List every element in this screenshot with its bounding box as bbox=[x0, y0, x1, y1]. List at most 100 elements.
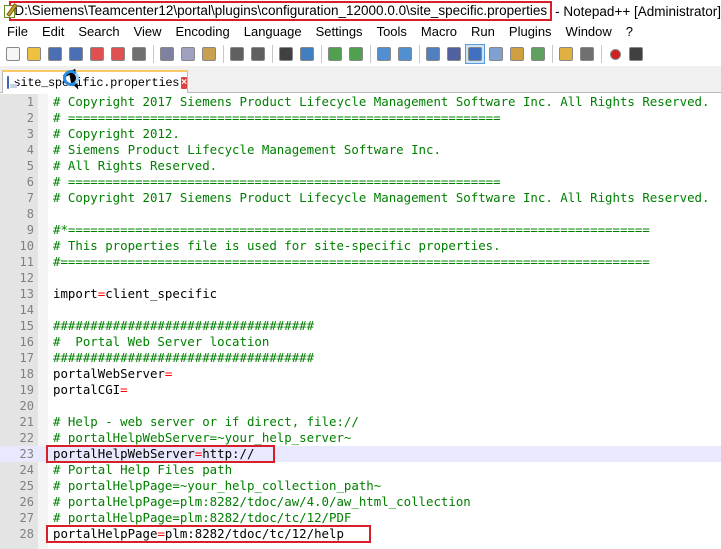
code-line[interactable]: 24 # Portal Help Files path bbox=[0, 462, 721, 478]
monitoring-button[interactable] bbox=[577, 44, 597, 64]
menu-language[interactable]: Language bbox=[237, 22, 309, 42]
property-key: portalCGI bbox=[53, 382, 121, 397]
word-wrap-button[interactable] bbox=[423, 44, 443, 64]
cut-button[interactable] bbox=[157, 44, 177, 64]
menu-tools[interactable]: Tools bbox=[370, 22, 414, 42]
function-list-icon bbox=[531, 47, 545, 61]
undo-button[interactable] bbox=[227, 44, 247, 64]
code-line[interactable]: 17 ################################### bbox=[0, 350, 721, 366]
menu-file[interactable]: File bbox=[0, 22, 35, 42]
code-line[interactable]: 4 # Siemens Product Lifecycle Management … bbox=[0, 142, 721, 158]
redo-button[interactable] bbox=[248, 44, 268, 64]
code-line[interactable]: 14 bbox=[0, 302, 721, 318]
equals-operator: = bbox=[157, 526, 165, 541]
menu-run[interactable]: Run bbox=[464, 22, 502, 42]
zoom-out-button[interactable] bbox=[346, 44, 366, 64]
close-all-button[interactable] bbox=[108, 44, 128, 64]
code-line[interactable]: 10 # This properties file is used for sit… bbox=[0, 238, 721, 254]
function-list-button[interactable] bbox=[528, 44, 548, 64]
toolbar-separator bbox=[419, 45, 420, 63]
replace-button[interactable] bbox=[297, 44, 317, 64]
code-line[interactable]: 22 # portalHelpWebServer=~your_help_serve… bbox=[0, 430, 721, 446]
stop-record-button[interactable] bbox=[626, 44, 646, 64]
indent-guide-button[interactable] bbox=[465, 44, 485, 64]
code-line[interactable]: 5 # All Rights Reserved. bbox=[0, 158, 721, 174]
code-line[interactable]: 20 bbox=[0, 398, 721, 414]
line-content: portalWebServer= bbox=[53, 366, 172, 382]
menu-edit[interactable]: Edit bbox=[35, 22, 71, 42]
code-line[interactable]: 1 # Copyright 2017 Siemens Product Lifecy… bbox=[0, 94, 721, 110]
close-button[interactable] bbox=[87, 44, 107, 64]
editor-area[interactable]: 1 # Copyright 2017 Siemens Product Lifecy… bbox=[0, 94, 721, 549]
line-content: # Copyright 2017 Siemens Product Lifecyc… bbox=[53, 190, 710, 205]
tab-site-specific-properties[interactable]: site_specific.properties × bbox=[2, 70, 188, 93]
code-line[interactable]: 11 #=====================================… bbox=[0, 254, 721, 270]
show-all-chars-button[interactable] bbox=[444, 44, 464, 64]
line-number: 19 bbox=[19, 383, 34, 397]
code-line[interactable]: 16 # Portal Web Server location bbox=[0, 334, 721, 350]
menu-macro[interactable]: Macro bbox=[414, 22, 464, 42]
code-line[interactable]: 25 # portalHelpPage=~your_help_collection… bbox=[0, 478, 721, 494]
toolbar-separator bbox=[601, 45, 602, 63]
doc-map-button[interactable] bbox=[507, 44, 527, 64]
stop-record-icon bbox=[629, 47, 643, 61]
show-all-chars-icon bbox=[447, 47, 461, 61]
line-content: #=======================================… bbox=[53, 254, 650, 269]
line-number: 4 bbox=[26, 143, 34, 157]
menu-view[interactable]: View bbox=[127, 22, 169, 42]
code-line[interactable]: 23 portalHelpWebServer=http:// bbox=[0, 446, 721, 462]
code-line[interactable]: 8 bbox=[0, 206, 721, 222]
menu-settings[interactable]: Settings bbox=[309, 22, 370, 42]
line-number: 17 bbox=[19, 351, 34, 365]
find-icon bbox=[279, 47, 293, 61]
line-number: 22 bbox=[19, 431, 34, 445]
save-all-button[interactable] bbox=[66, 44, 86, 64]
toolbar bbox=[0, 42, 721, 66]
folder-as-workspace-button[interactable] bbox=[556, 44, 576, 64]
menu-bar: File Edit Search View Encoding Language Settin… bbox=[0, 22, 721, 42]
zoom-in-button[interactable] bbox=[325, 44, 345, 64]
code-line[interactable]: 21 # Help - web server or if direct, file… bbox=[0, 414, 721, 430]
menu-search[interactable]: Search bbox=[71, 22, 126, 42]
paste-button[interactable] bbox=[199, 44, 219, 64]
code-line[interactable]: 13 import=client_specific bbox=[0, 286, 721, 302]
tab-bar: site_specific.properties × bbox=[0, 66, 721, 93]
save-button[interactable] bbox=[45, 44, 65, 64]
code-line[interactable]: 15 ################################### bbox=[0, 318, 721, 334]
menu-window[interactable]: Window bbox=[559, 22, 619, 42]
code-line[interactable]: 28 portalHelpPage=plm:8282/tdoc/tc/12/hel… bbox=[0, 526, 721, 542]
code-line[interactable]: 2 # =====================================… bbox=[0, 110, 721, 126]
line-content: # This properties file is used for site-… bbox=[53, 238, 501, 253]
print-button[interactable] bbox=[129, 44, 149, 64]
menu-plugins[interactable]: Plugins bbox=[502, 22, 559, 42]
code-line[interactable]: 3 # Copyright 2012. bbox=[0, 126, 721, 142]
code-line[interactable]: 19 portalCGI= bbox=[0, 382, 721, 398]
line-number: 20 bbox=[19, 399, 34, 413]
code-line[interactable]: 7 # Copyright 2017 Siemens Product Lifecy… bbox=[0, 190, 721, 206]
code-line[interactable]: 6 # =====================================… bbox=[0, 174, 721, 190]
code-line[interactable]: 12 bbox=[0, 270, 721, 286]
tab-label: site_specific.properties bbox=[13, 75, 180, 90]
menu-help[interactable]: ? bbox=[619, 22, 640, 42]
new-file-button[interactable] bbox=[3, 44, 23, 64]
open-file-button[interactable] bbox=[24, 44, 44, 64]
code-line[interactable]: 18 portalWebServer= bbox=[0, 366, 721, 382]
code-line[interactable]: 9 #*=====================================… bbox=[0, 222, 721, 238]
udl-button[interactable] bbox=[486, 44, 506, 64]
line-number: 5 bbox=[26, 159, 34, 173]
undo-icon bbox=[230, 47, 244, 61]
line-number: 27 bbox=[19, 511, 34, 525]
record-macro-button[interactable] bbox=[605, 44, 625, 64]
line-number: 6 bbox=[26, 175, 34, 189]
copy-button[interactable] bbox=[178, 44, 198, 64]
find-button[interactable] bbox=[276, 44, 296, 64]
menu-encoding[interactable]: Encoding bbox=[169, 22, 237, 42]
tab-close-icon[interactable]: × bbox=[181, 76, 187, 89]
line-number: 11 bbox=[19, 255, 34, 269]
sync-vertical-button[interactable] bbox=[374, 44, 394, 64]
property-key: portalWebServer bbox=[53, 366, 165, 381]
sync-horizontal-button[interactable] bbox=[395, 44, 415, 64]
toolbar-separator bbox=[272, 45, 273, 63]
code-line[interactable]: 27 # portalHelpPage=plm:8282/tdoc/tc/12/P… bbox=[0, 510, 721, 526]
code-line[interactable]: 26 # portalHelpPage=plm:8282/tdoc/aw/4.0/… bbox=[0, 494, 721, 510]
